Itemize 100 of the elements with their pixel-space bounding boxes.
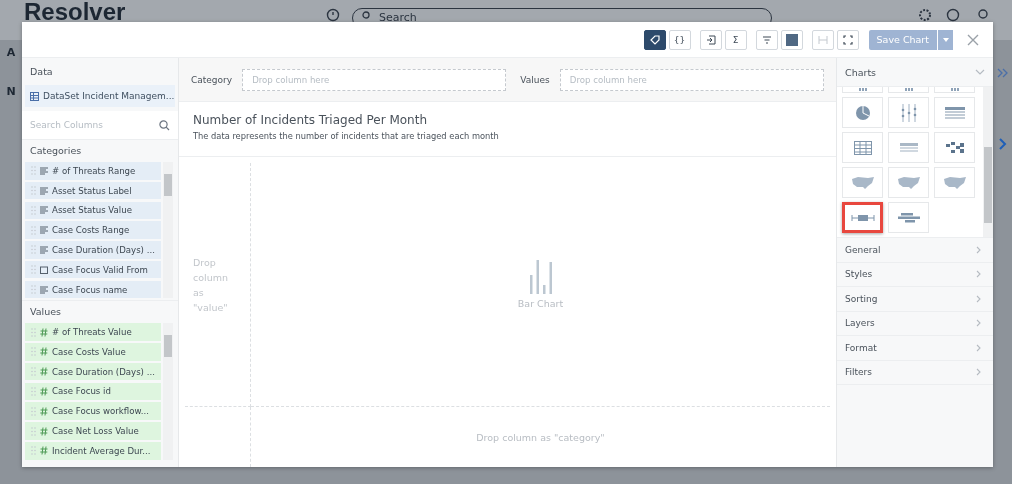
box-plot-icon <box>850 213 875 222</box>
chevron-right-icon <box>976 343 981 352</box>
value-column-item[interactable]: Case Costs Value <box>25 343 161 361</box>
grid-table-icon <box>853 140 872 155</box>
value-column-item[interactable]: Case Focus workflow... <box>25 402 161 420</box>
bar-chart-icon <box>529 260 552 294</box>
chevron-right-icon <box>976 319 981 328</box>
settings-section-row[interactable]: Layers <box>837 311 993 336</box>
text-lines-icon <box>40 285 48 294</box>
hash-icon <box>40 367 48 377</box>
chevron-down-icon[interactable] <box>975 69 985 75</box>
drag-handle-icon[interactable] <box>31 225 36 235</box>
toolbar-button[interactable] <box>643 29 666 50</box>
section-title: Categories <box>29 144 83 158</box>
width-icon <box>817 34 828 45</box>
chevron-right-icon <box>976 368 981 377</box>
hash-icon <box>40 327 48 337</box>
heatmap-icon <box>945 141 964 154</box>
scrollbar[interactable] <box>163 162 173 299</box>
save-options-button[interactable] <box>937 29 953 50</box>
app-logo: Resolver <box>24 0 126 26</box>
drag-handle-icon[interactable] <box>31 265 36 275</box>
sidebar-letter: A <box>6 46 16 59</box>
drag-handle-icon[interactable] <box>31 245 36 255</box>
settings-section-row[interactable]: Format <box>837 336 993 361</box>
drag-handle-icon[interactable] <box>31 446 36 456</box>
dot-plot-icon <box>899 102 918 123</box>
search-icon[interactable] <box>159 120 170 131</box>
text-lines-icon <box>40 186 48 195</box>
table-icon <box>944 106 965 119</box>
drag-handle-icon[interactable] <box>31 186 36 196</box>
pivot-table-icon <box>899 142 918 153</box>
settings-section-row[interactable]: Styles <box>837 262 993 287</box>
scrollbar[interactable] <box>983 87 993 237</box>
category-drop-field[interactable]: Drop column here <box>242 68 507 91</box>
drag-handle-icon[interactable] <box>31 347 36 357</box>
table-icon <box>30 91 39 101</box>
square-icon <box>785 33 798 46</box>
export-icon <box>705 34 716 45</box>
drag-handle-icon[interactable] <box>31 205 36 215</box>
settings-icon[interactable] <box>918 8 932 22</box>
panel-title: Charts <box>845 66 877 78</box>
chevron-icon[interactable] <box>998 138 1007 150</box>
value-column-item[interactable]: Case Focus id <box>25 382 161 401</box>
drag-handle-icon[interactable] <box>31 367 36 377</box>
search-icon <box>362 11 372 21</box>
text-lines-icon <box>40 206 48 215</box>
chart-title: Number of Incidents Triaged Per Month <box>193 113 429 127</box>
text-lines-icon <box>40 245 48 254</box>
toolbar-button[interactable]: {} <box>668 29 691 50</box>
settings-section-row[interactable]: Sorting <box>837 287 993 312</box>
category-label: Category <box>191 74 233 85</box>
double-chevron-icon[interactable] <box>996 68 1009 78</box>
hash-icon <box>40 347 48 357</box>
tag-icon <box>649 34 660 45</box>
category-column-item[interactable]: Case Costs Range <box>25 221 161 239</box>
chevron-right-icon <box>976 245 981 254</box>
drag-handle-icon[interactable] <box>31 426 36 436</box>
hash-icon <box>40 446 48 456</box>
value-column-item[interactable]: Case Duration (Days) ... <box>25 362 161 381</box>
panel-title: Data <box>29 65 54 79</box>
values-label: Values <box>520 74 550 85</box>
chevron-right-icon <box>976 270 981 279</box>
sidebar-letter: N <box>6 85 16 98</box>
settings-section-row[interactable]: Filters <box>837 360 993 385</box>
clock-icon <box>326 8 340 22</box>
category-column-item[interactable]: Case Focus Valid From <box>25 261 161 279</box>
category-column-item[interactable]: # of Threats Range <box>25 162 161 180</box>
gantt-chart-icon <box>896 212 921 223</box>
calendar-icon <box>40 265 48 274</box>
drag-handle-icon[interactable] <box>31 406 36 416</box>
category-column-item[interactable]: Asset Status Value <box>25 201 161 220</box>
hash-icon <box>40 406 48 416</box>
text-lines-icon <box>40 166 48 175</box>
chart-type-tile[interactable] <box>842 202 883 233</box>
expand-icon <box>842 34 853 45</box>
value-column-item[interactable]: Case Net Loss Value <box>25 422 161 440</box>
dataset-selector[interactable]: DataSet Incident Managem... <box>25 85 175 107</box>
hash-icon <box>40 426 48 436</box>
drag-handle-icon[interactable] <box>31 285 36 295</box>
toolbar-button[interactable]: Σ <box>724 29 747 50</box>
category-column-item[interactable]: Case Duration (Days) ... <box>25 241 161 259</box>
drag-handle-icon[interactable] <box>31 386 36 396</box>
value-column-item[interactable]: Incident Average Dur... <box>25 442 161 460</box>
category-column-item[interactable]: Case Focus name <box>25 280 161 299</box>
value-column-item[interactable]: # of Threats Value <box>25 323 161 341</box>
text-lines-icon <box>40 226 48 235</box>
chevron-right-icon <box>976 294 981 303</box>
close-icon[interactable] <box>967 33 979 46</box>
settings-section-row[interactable]: General <box>837 238 993 263</box>
filter-lines-icon <box>761 34 772 45</box>
values-drop-field[interactable]: Drop column here <box>559 68 824 91</box>
search-columns-field[interactable]: Search Columns <box>22 111 178 140</box>
drag-handle-icon[interactable] <box>31 166 36 176</box>
pie-chart-icon <box>854 104 871 121</box>
category-column-item[interactable]: Asset Status Label <box>25 181 161 200</box>
chart-type-label: Bar Chart <box>517 298 564 309</box>
drag-handle-icon[interactable] <box>31 327 36 337</box>
scrollbar[interactable] <box>163 323 173 460</box>
caret-icon <box>942 37 949 42</box>
